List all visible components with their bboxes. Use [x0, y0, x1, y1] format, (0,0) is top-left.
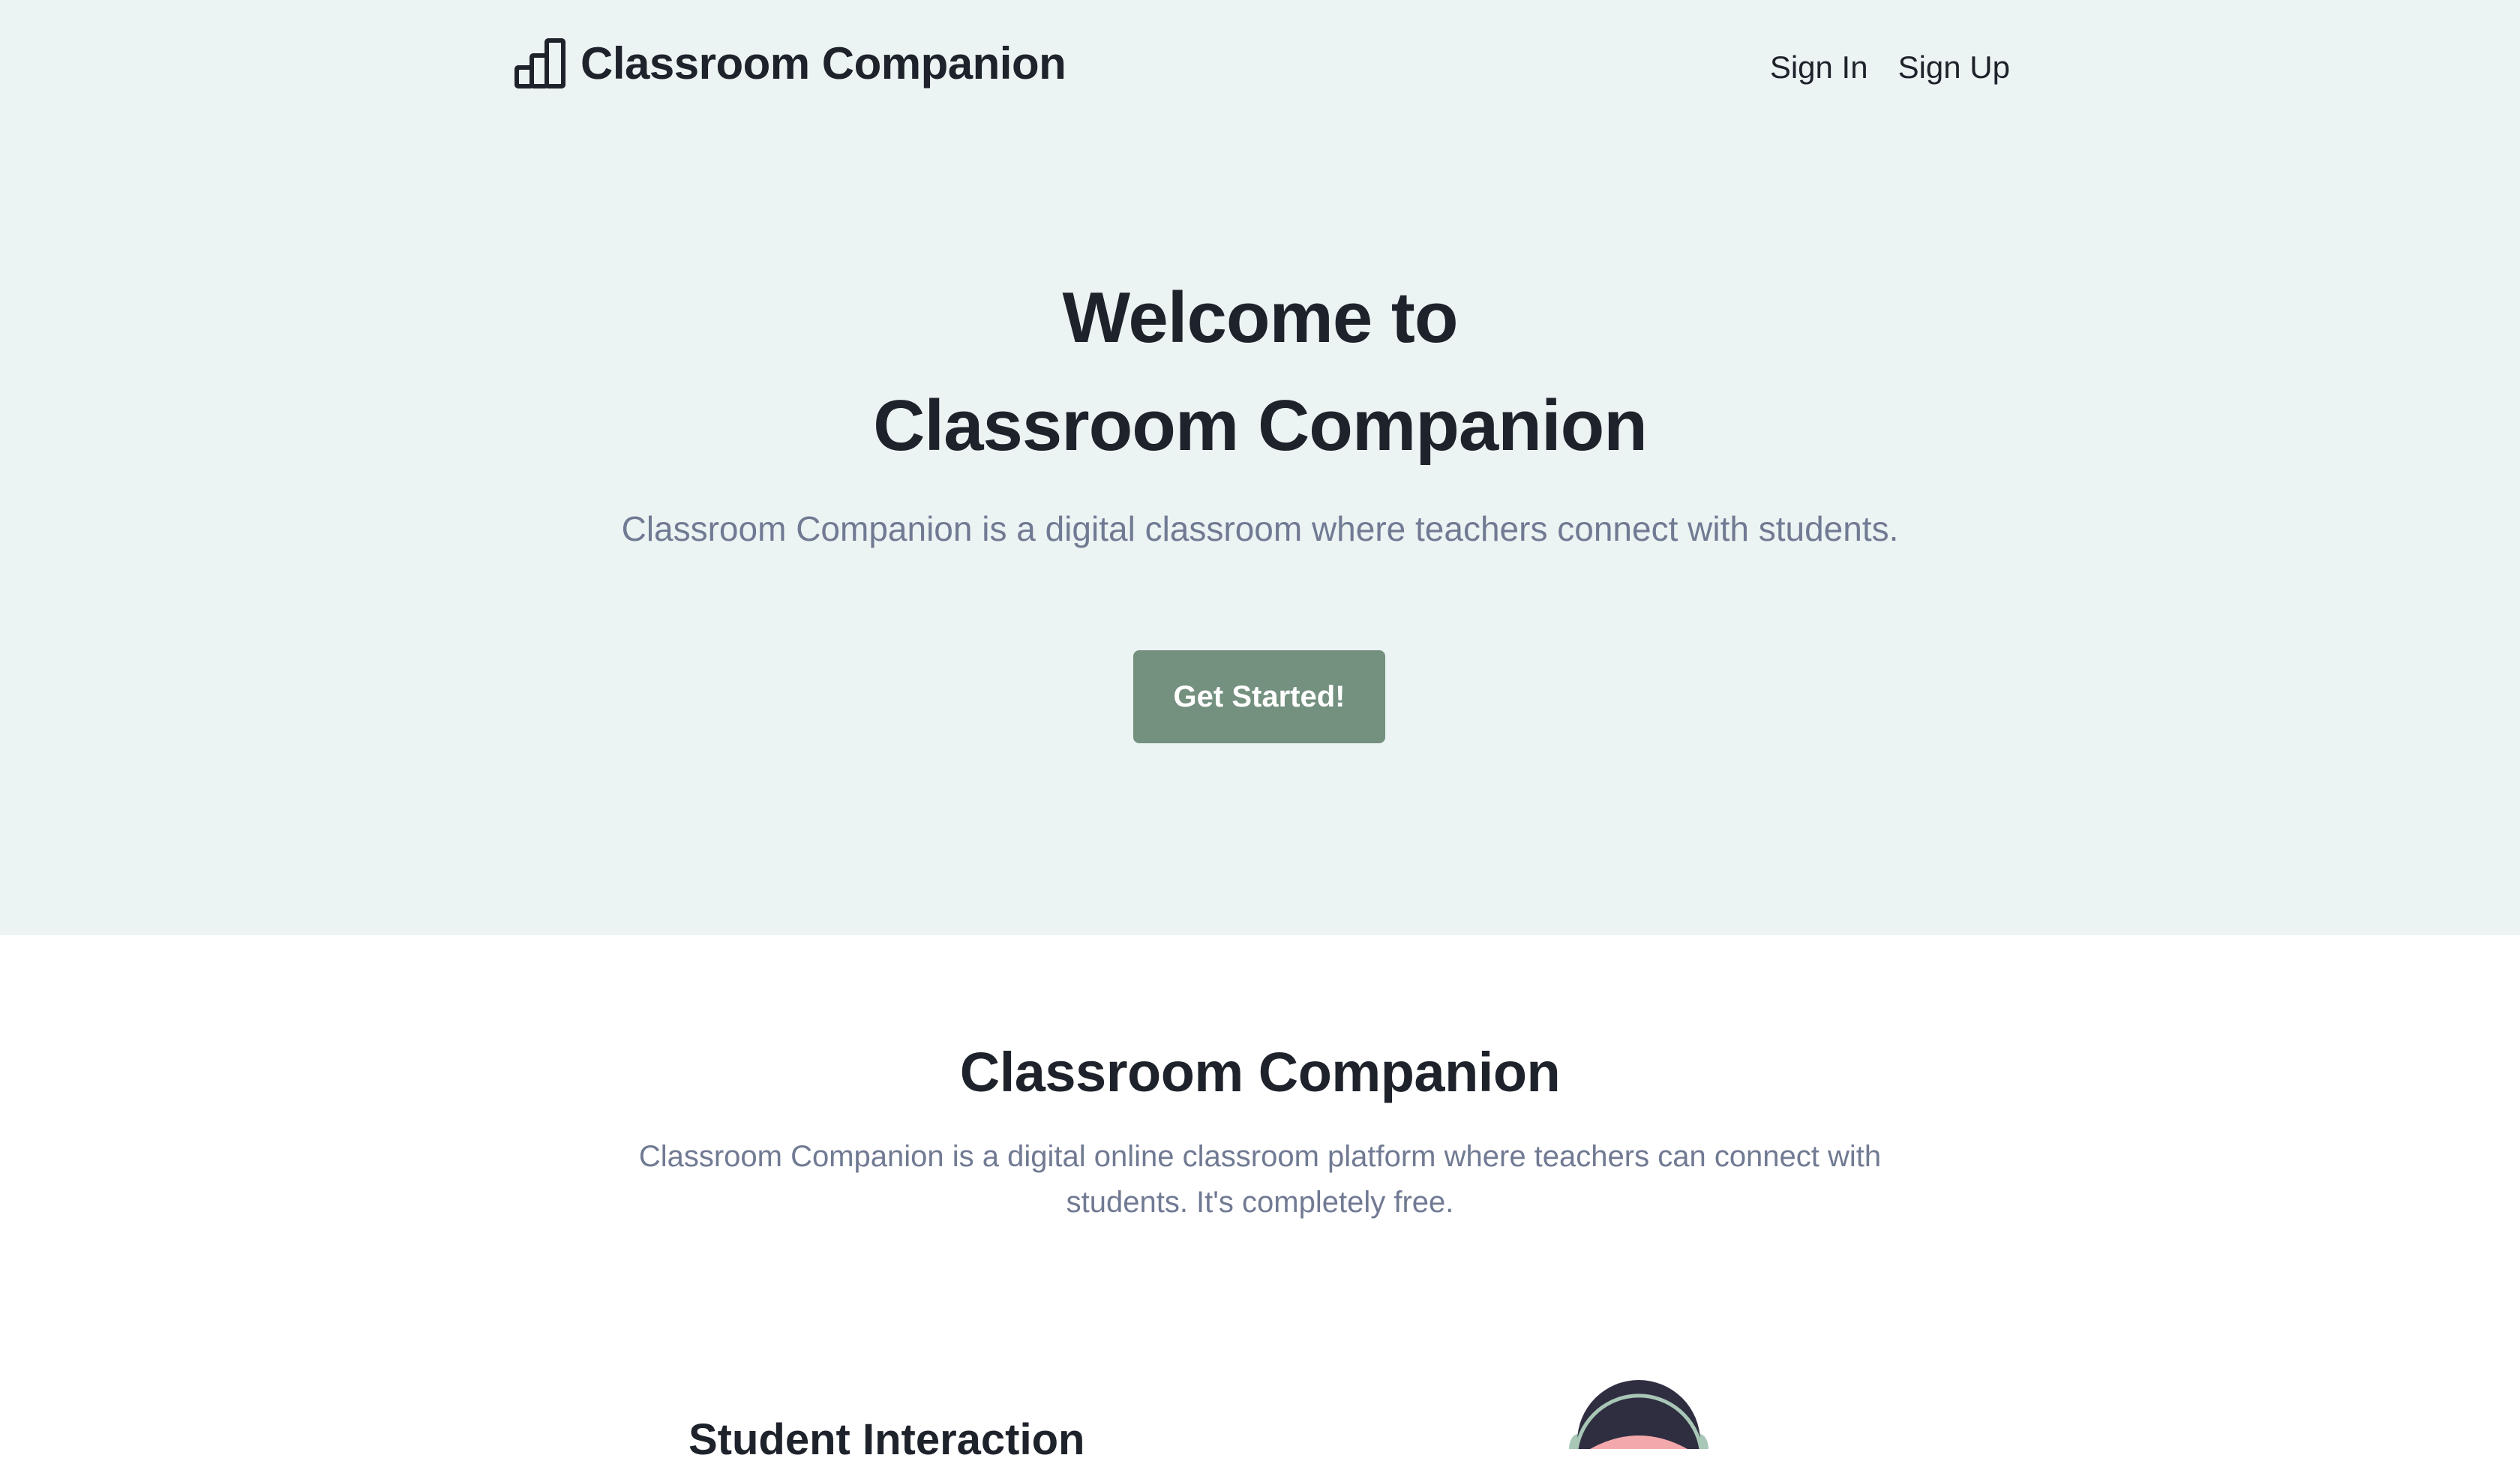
- sign-up-link[interactable]: Sign Up: [1898, 46, 2010, 88]
- student-with-headphones-illustration: [1568, 1377, 1710, 1449]
- hero-section: Classroom Companion Sign In Sign Up Welc…: [0, 0, 2520, 935]
- brand-name: Classroom Companion: [580, 38, 1066, 88]
- bar-chart-icon: [514, 38, 570, 88]
- hero-title-line-1: Welcome to: [1062, 278, 1459, 358]
- get-started-button[interactable]: Get Started!: [1133, 650, 1385, 743]
- about-description: Classroom Companion is a digital online …: [638, 1140, 1882, 1219]
- header-nav: Sign In Sign Up: [1770, 46, 2010, 88]
- hero-title-line-2: Classroom Companion: [873, 386, 1648, 466]
- hero-subtitle: Classroom Companion is a digital classro…: [621, 509, 1899, 548]
- sign-in-link[interactable]: Sign In: [1770, 46, 1868, 88]
- brand-logo-link[interactable]: Classroom Companion: [514, 34, 1066, 92]
- feature-title: Student Interaction: [688, 1415, 1085, 1464]
- about-title: Classroom Companion: [959, 1041, 1561, 1103]
- hero-title: Welcome to Classroom Companion: [0, 264, 2520, 480]
